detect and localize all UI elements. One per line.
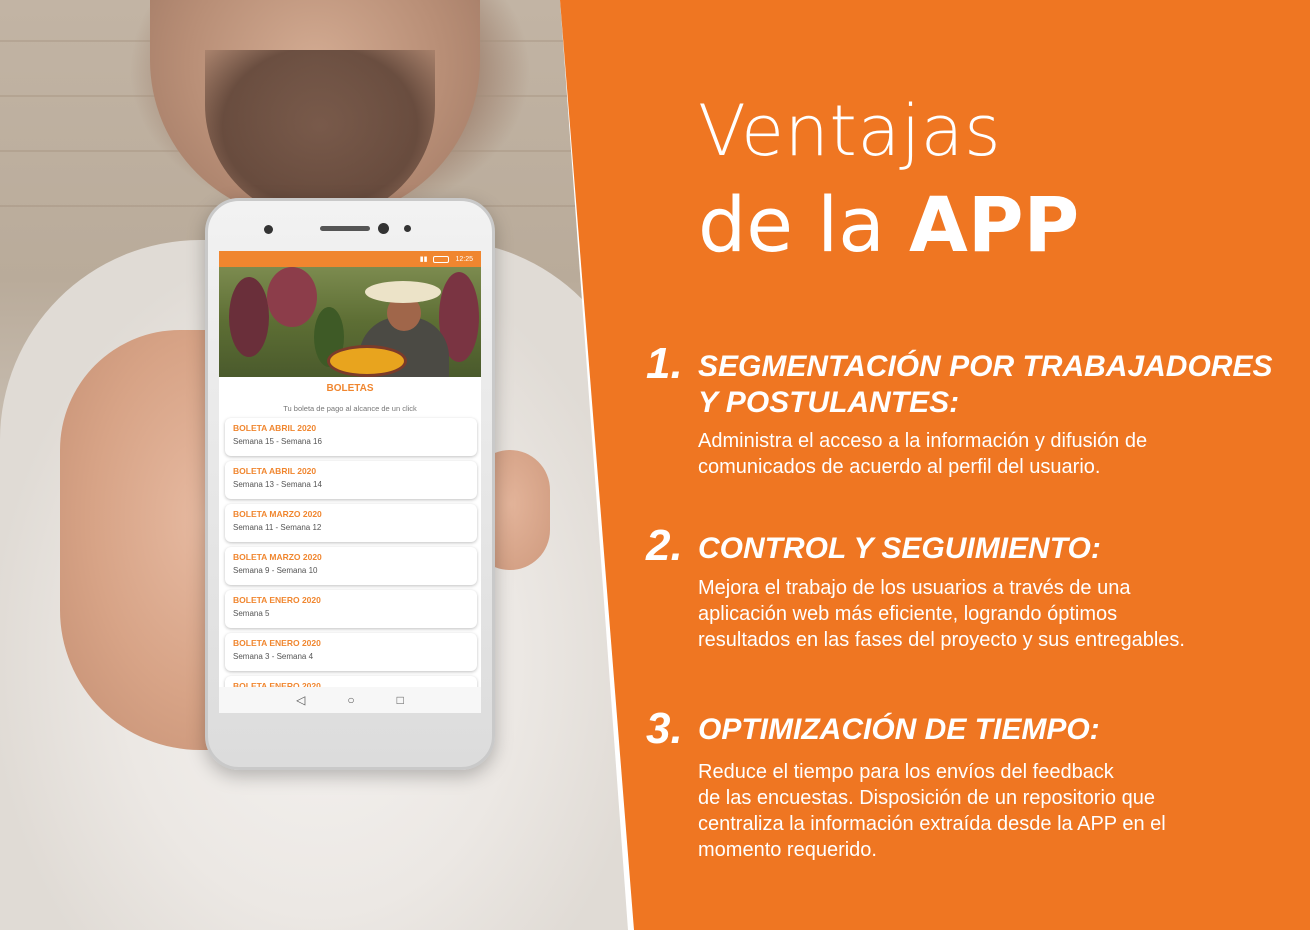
boleta-title: BOLETA ABRIL 2020 (233, 423, 317, 433)
boleta-title: BOLETA ENERO 2020 (233, 638, 321, 648)
item-number: 3. (646, 704, 683, 753)
phone-screen: ▮▮ 12:25 BOLETAS Tu boleta de pago al al… (219, 251, 481, 713)
sensor-icon (404, 225, 411, 232)
section-title: BOLETAS (326, 383, 374, 394)
smartphone: ▮▮ 12:25 BOLETAS Tu boleta de pago al al… (205, 198, 495, 770)
app-banner-image (219, 267, 481, 377)
signal-icon: ▮▮ (419, 256, 428, 263)
section-subtitle: Tu boleta de pago al alcance de un click (283, 404, 417, 413)
boleta-title: BOLETA MARZO 2020 (233, 509, 322, 519)
item-body: Administra el acceso a la información y … (698, 430, 1148, 478)
item-number: 1. (646, 339, 683, 388)
boleta-weeks: Semana 11 - Semana 12 (233, 523, 322, 532)
boleta-card[interactable]: BOLETA MARZO 2020 Semana 9 - Semana 10 (225, 547, 477, 585)
home-icon[interactable]: ○ (347, 693, 354, 707)
item-body: Reduce el tiempo para los envíos del fee… (698, 761, 1166, 861)
speaker-grille (320, 226, 370, 231)
title-regular: de la (698, 180, 910, 269)
item-heading: SEGMENTACIÓN POR TRABAJADORES Y POSTULAN… (698, 350, 1273, 419)
boleta-weeks: Semana 5 (233, 609, 270, 618)
status-time: 12:25 (455, 255, 473, 263)
battery-icon (433, 255, 450, 263)
boleta-title: BOLETA MARZO 2020 (233, 552, 322, 562)
item-heading: CONTROL Y SEGUIMIENTO: (698, 532, 1101, 565)
boleta-card[interactable]: BOLETA MARZO 2020 Semana 11 - Semana 12 (225, 504, 477, 542)
background-photo: ▮▮ 12:25 BOLETAS Tu boleta de pago al al… (0, 0, 640, 930)
title-bold: APP (909, 180, 1080, 269)
grain-basket (327, 345, 407, 377)
boleta-card[interactable]: BOLETA ABRIL 2020 Semana 15 - Semana 16 (225, 418, 477, 456)
boleta-card[interactable]: BOLETA ABRIL 2020 Semana 13 - Semana 14 (225, 461, 477, 499)
item-number: 2. (646, 521, 683, 570)
title-line-2: de la APP (698, 187, 1079, 263)
farmer-hat (365, 281, 441, 303)
boleta-title: BOLETA ENERO 2020 (233, 595, 321, 605)
item-heading: OPTIMIZACIÓN DE TIEMPO: (698, 713, 1100, 746)
item-body: Mejora el trabajo de los usuarios a trav… (698, 577, 1185, 651)
front-camera-icon (264, 225, 273, 234)
boleta-card[interactable]: BOLETA ENERO 2020 Semana 3 - Semana 4 (225, 633, 477, 671)
status-bar: ▮▮ 12:25 (219, 251, 481, 267)
android-nav-bar: ◁ ○ □ (219, 687, 481, 713)
boleta-card[interactable]: BOLETA ENERO 2020 Semana 5 (225, 590, 477, 628)
boleta-weeks: Semana 3 - Semana 4 (233, 652, 314, 661)
plant-shape (267, 267, 317, 327)
boleta-weeks: Semana 13 - Semana 14 (233, 480, 322, 489)
plant-shape (229, 277, 269, 357)
sensor-icon (378, 223, 389, 234)
boleta-weeks: Semana 15 - Semana 16 (233, 437, 322, 446)
recents-icon[interactable]: □ (397, 693, 404, 707)
back-icon[interactable]: ◁ (296, 693, 305, 707)
boleta-title: BOLETA ABRIL 2020 (233, 466, 317, 476)
title-line-1: Ventajas (698, 90, 1002, 172)
boleta-weeks: Semana 9 - Semana 10 (233, 566, 318, 575)
